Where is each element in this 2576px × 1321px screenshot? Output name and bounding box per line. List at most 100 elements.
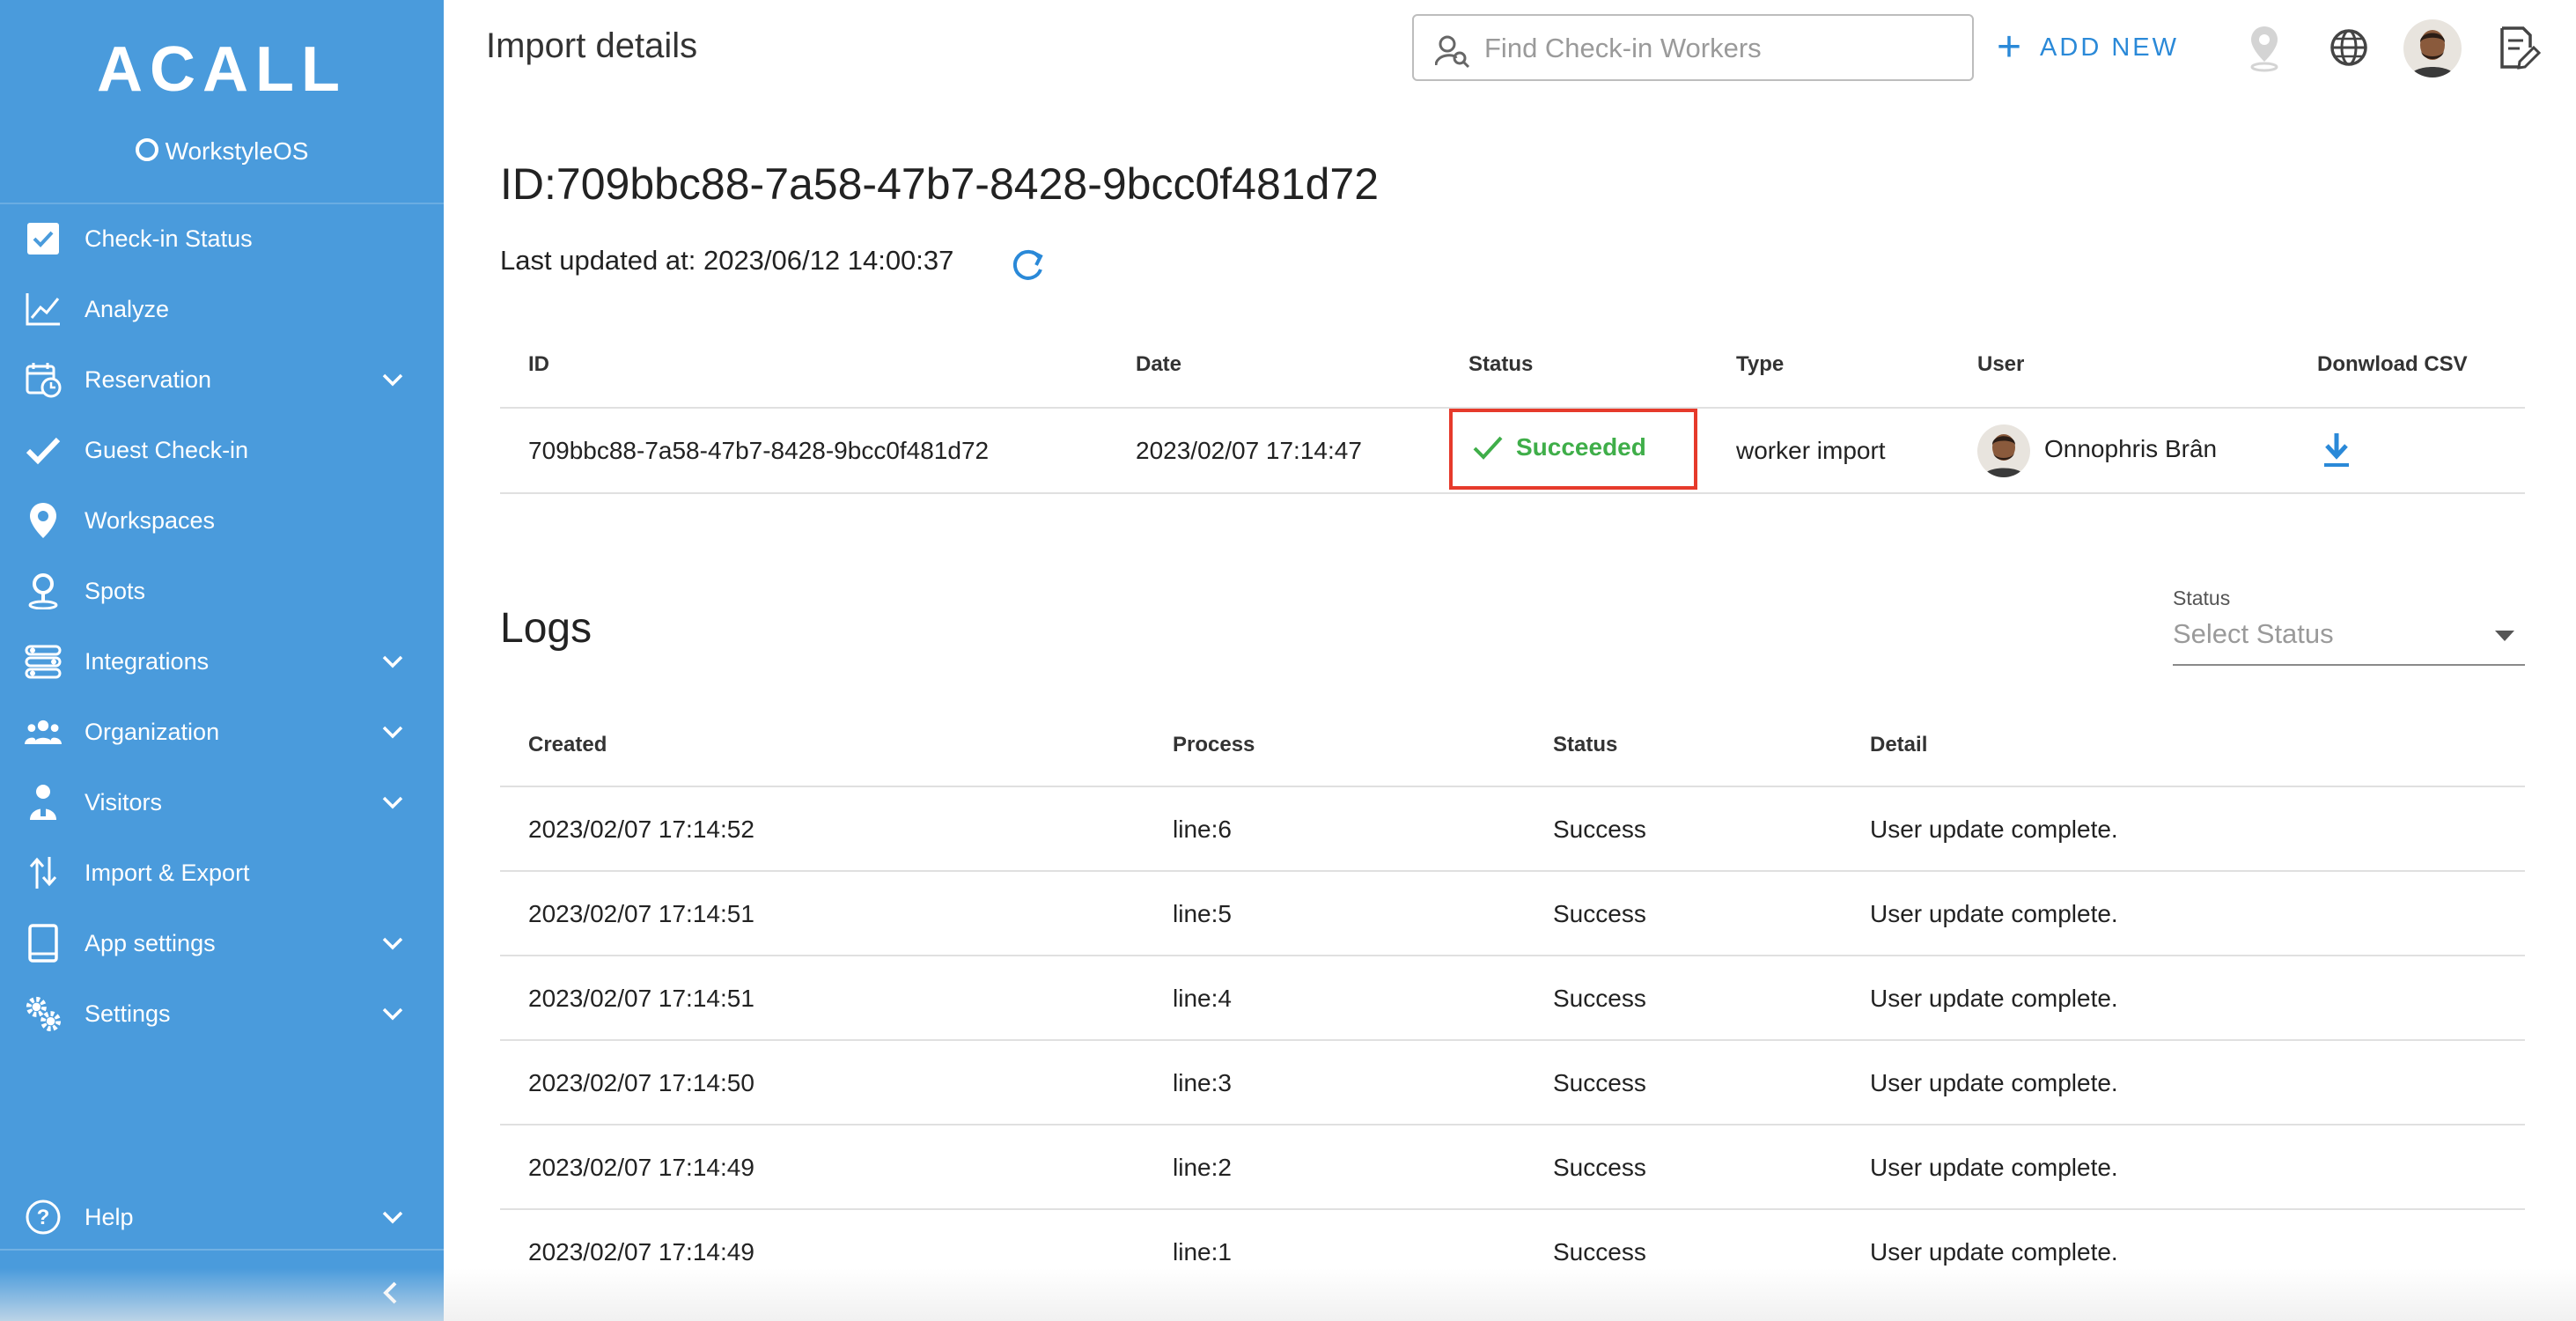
- log-detail: User update complete.: [1870, 985, 2118, 1012]
- people-group-icon: [25, 713, 62, 750]
- log-created: 2023/02/07 17:14:52: [528, 815, 754, 843]
- location-pin-icon[interactable]: [2240, 21, 2289, 74]
- chevron-down-icon[interactable]: [379, 788, 407, 816]
- chevron-down-icon[interactable]: [379, 647, 407, 675]
- column-header-download-csv: Donwload CSV: [2317, 352, 2468, 376]
- sidebar-item-import-export[interactable]: Import & Export: [0, 838, 444, 908]
- sidebar-item-check-in-status[interactable]: Check-in Status: [0, 203, 444, 274]
- refresh-icon[interactable]: [1007, 245, 1048, 285]
- log-detail: User update complete.: [1870, 1069, 2118, 1096]
- log-created: 2023/02/07 17:14:50: [528, 1069, 754, 1096]
- brand-area: ACALL WorkstyleOS: [0, 0, 444, 204]
- collapse-sidebar-chevron-left-icon[interactable]: [370, 1272, 412, 1314]
- globe-icon[interactable]: [2324, 21, 2374, 74]
- gears-icon: [25, 995, 62, 1032]
- logs-column-process: Process: [1173, 733, 1255, 756]
- log-process: line:1: [1173, 1238, 1232, 1266]
- add-new-label: ADD NEW: [2040, 33, 2179, 62]
- log-created: 2023/02/07 17:14:49: [528, 1238, 754, 1266]
- search-input[interactable]: [1483, 25, 1961, 72]
- edit-document-icon[interactable]: [2493, 21, 2543, 74]
- sidebar-item-integrations[interactable]: Integrations: [0, 626, 444, 697]
- log-status: Success: [1553, 815, 1646, 843]
- log-process: line:4: [1173, 985, 1232, 1012]
- check-square-icon: [25, 220, 62, 257]
- sidebar-item-label: Reservation: [85, 365, 212, 393]
- sidebar-item-workspaces[interactable]: Workspaces: [0, 485, 444, 556]
- logs-title: Logs: [500, 605, 592, 652]
- checkmark-icon: [25, 432, 62, 469]
- log-process: line:3: [1173, 1069, 1232, 1096]
- dropdown-arrow-icon[interactable]: [2495, 631, 2514, 641]
- search-box[interactable]: [1412, 14, 1974, 81]
- sidebar-item-visitors[interactable]: Visitors: [0, 767, 444, 838]
- log-created: 2023/02/07 17:14:51: [528, 900, 754, 927]
- import-export-icon: [25, 854, 62, 891]
- page-title: Import details: [486, 26, 698, 65]
- sidebar-item-help[interactable]: ? Help: [0, 1182, 444, 1252]
- download-csv-icon[interactable]: [2319, 430, 2354, 470]
- sidebar-item-guest-check-in[interactable]: Guest Check-in: [0, 415, 444, 485]
- workstyleos-text: WorkstyleOS: [165, 137, 309, 165]
- log-detail: User update complete.: [1870, 1154, 2118, 1181]
- sidebar: ACALL WorkstyleOS Check-in Status Analyz…: [0, 0, 444, 1321]
- status-badge: Succeeded: [1472, 433, 1646, 461]
- sidebar-item-settings[interactable]: Settings: [0, 978, 444, 1049]
- acall-logo[interactable]: ACALL: [0, 33, 444, 106]
- sidebar-item-label: Analyze: [85, 295, 170, 322]
- chevron-down-icon[interactable]: [379, 929, 407, 957]
- logs-column-status: Status: [1553, 733, 1618, 756]
- table-row-divider: [500, 1039, 2525, 1041]
- log-process: line:5: [1173, 900, 1232, 927]
- chevron-down-icon[interactable]: [379, 1000, 407, 1028]
- sidebar-item-label: Import & Export: [85, 859, 250, 886]
- last-updated-text: Last updated at: 2023/06/12 14:00:37: [500, 245, 954, 276]
- log-process: line:2: [1173, 1154, 1232, 1181]
- column-header-user: User: [1977, 352, 2025, 376]
- add-new-button[interactable]: + ADD NEW: [1997, 26, 2179, 69]
- user-name-cell: Onnophris Brân: [2044, 435, 2218, 462]
- sidebar-item-label: Settings: [85, 1000, 171, 1027]
- table-row-divider: [500, 870, 2525, 872]
- log-detail: User update complete.: [1870, 1238, 2118, 1266]
- status-filter-label: Status: [2173, 587, 2231, 609]
- chevron-down-icon[interactable]: [379, 718, 407, 746]
- sidebar-divider: [0, 1249, 444, 1251]
- status-filter-select[interactable]: Select Status: [2173, 618, 2334, 650]
- import-type-cell: worker import: [1736, 437, 1886, 464]
- sidebar-item-app-settings[interactable]: App settings: [0, 908, 444, 978]
- sidebar-item-organization[interactable]: Organization: [0, 697, 444, 767]
- log-process: line:6: [1173, 815, 1232, 843]
- import-id-cell: 709bbc88-7a58-47b7-8428-9bcc0f481d72: [528, 437, 990, 464]
- table-row-divider: [500, 1208, 2525, 1210]
- sidebar-item-label: Integrations: [85, 647, 210, 675]
- sidebar-item-label: Guest Check-in: [85, 436, 249, 463]
- log-created: 2023/02/07 17:14:51: [528, 985, 754, 1012]
- workstyleos-logo-icon: [135, 138, 158, 161]
- sidebar-item-reservation[interactable]: Reservation: [0, 344, 444, 415]
- import-date-cell: 2023/02/07 17:14:47: [1136, 437, 1362, 464]
- status-succeeded-text: Succeeded: [1516, 433, 1646, 461]
- sidebar-item-label: Check-in Status: [85, 225, 253, 252]
- avatar[interactable]: [2403, 19, 2462, 77]
- visitor-badge-icon: [25, 784, 62, 821]
- sidebar-item-analyze[interactable]: Analyze: [0, 274, 444, 344]
- column-header-status: Status: [1468, 352, 1534, 376]
- sidebar-item-spots[interactable]: Spots: [0, 556, 444, 626]
- help-circle-icon: ?: [25, 1199, 62, 1236]
- svg-text:?: ?: [37, 1206, 50, 1229]
- workstyleos-label: WorkstyleOS: [0, 137, 444, 166]
- sidebar-item-label: Organization: [85, 718, 220, 745]
- chevron-down-icon[interactable]: [379, 1203, 407, 1231]
- log-status: Success: [1553, 1069, 1646, 1096]
- record-id-title: ID:709bbc88-7a58-47b7-8428-9bcc0f481d72: [500, 159, 1379, 209]
- log-status: Success: [1553, 1154, 1646, 1181]
- log-created: 2023/02/07 17:14:49: [528, 1154, 754, 1181]
- chevron-down-icon[interactable]: [379, 365, 407, 394]
- plus-icon: +: [1997, 24, 2025, 70]
- calendar-clock-icon: [25, 361, 62, 398]
- sidebar-item-label: Spots: [85, 577, 146, 604]
- sidebar-item-label: Visitors: [85, 788, 163, 815]
- column-header-id: ID: [528, 352, 549, 376]
- select-underline: [2173, 664, 2525, 666]
